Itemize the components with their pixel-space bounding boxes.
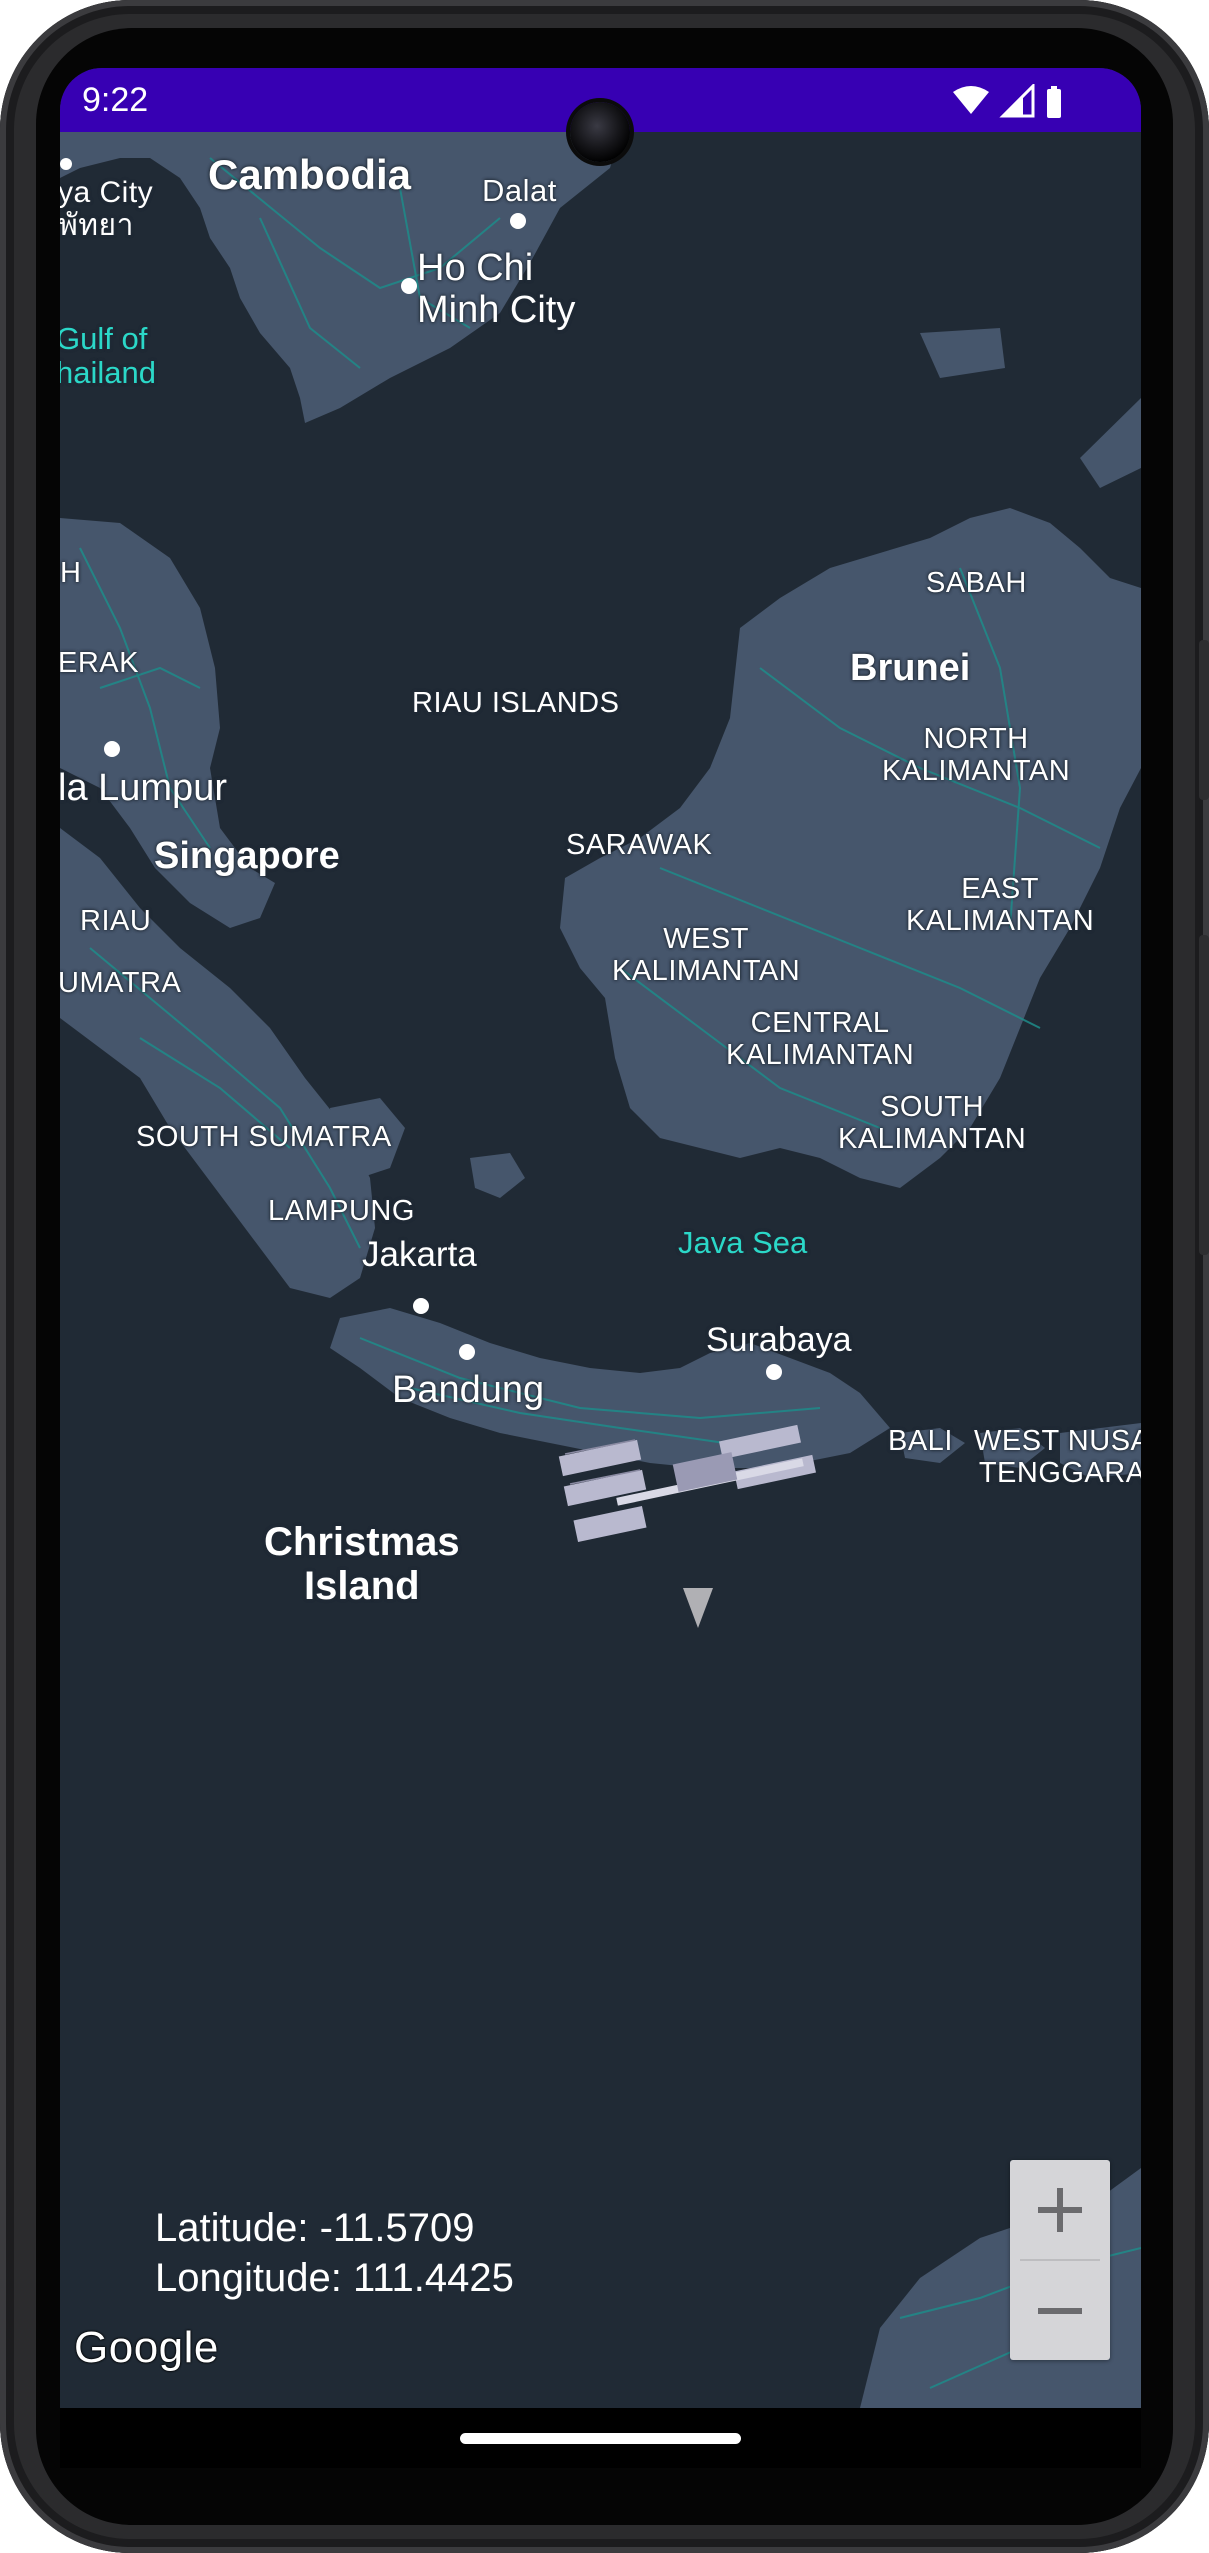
map-label-bali: BALI [888,1425,953,1457]
map-canvas [60,68,1141,2408]
google-logo[interactable]: Google [74,2323,219,2373]
status-time: 9:22 [82,81,149,119]
map-label-perak-partial: ERAK [60,647,139,679]
zoom-in-button[interactable] [1010,2160,1110,2259]
phone-frame: Cambodia Dalat Ho Chi Minh City ya City … [0,0,1209,2553]
map-label-west-nusa-tenggara: WEST NUSA TENGGARA [974,1425,1141,1489]
city-dot-jakarta [413,1298,429,1314]
front-camera [570,102,630,162]
zoom-out-button[interactable] [1010,2261,1110,2360]
map-label-sabah: SABAH [926,567,1027,599]
map-label-dalat: Dalat [482,173,557,208]
map-label-jakarta: Jakarta [362,1235,477,1274]
map-label-brunei: Brunei [850,647,971,689]
zoom-controls [1010,2160,1110,2360]
map-label-sumatra-partial: UMATRA [60,967,182,999]
map-label-riau: RIAU [80,905,152,937]
city-dot-pattaya [60,158,72,170]
longitude-text: Longitude: 111.4425 [155,2256,514,2300]
map-view[interactable]: Cambodia Dalat Ho Chi Minh City ya City … [60,68,1141,2408]
power-button [1199,640,1209,800]
map-label-java-sea: Java Sea [678,1225,808,1260]
map-label-kuala-lumpur: la Lumpur [60,767,227,809]
city-dot-ho-chi-minh [401,278,417,294]
map-label-south-sumatra: SOUTH SUMATRA [136,1121,392,1153]
city-dot-dalat [510,213,526,229]
map-label-sarawak: SARAWAK [566,829,713,861]
map-label-south-kalimantan: SOUTH KALIMANTAN [838,1091,1027,1155]
map-label-central-kalimantan: CENTRAL KALIMANTAN [726,1007,915,1071]
map-label-north-kalimantan: NORTH KALIMANTAN [882,723,1071,787]
map-label-lampung: LAMPUNG [268,1195,415,1227]
home-gesture-handle[interactable] [460,2433,741,2444]
map-label-gulf-of-thailand: Gulf of hailand [60,321,156,391]
plus-icon [1038,2187,1082,2232]
map-label-christmas-island: Christmas Island [264,1520,460,1608]
map-label-cambodia: Cambodia [208,151,412,198]
map-label-ho-chi-minh: Ho Chi Minh City [417,247,576,331]
map-label-pattaya: ya City พัทยา [60,176,154,242]
map-label-h-partial: H [60,557,82,589]
wifi-icon [953,86,989,114]
map-label-bandung: Bandung [392,1369,545,1411]
battery-icon [1047,86,1061,118]
city-dot-kuala-lumpur [104,741,120,757]
map-label-riau-islands: RIAU ISLANDS [412,687,620,719]
minus-icon [1038,2307,1082,2314]
city-dot-surabaya [766,1364,782,1380]
cell-signal-icon [999,82,1035,118]
map-label-surabaya: Surabaya [706,1321,852,1359]
map-label-west-kalimantan: WEST KALIMANTAN [612,923,801,987]
city-dot-bandung [459,1344,475,1360]
status-icons [951,82,1071,120]
screen: Cambodia Dalat Ho Chi Minh City ya City … [60,68,1141,2468]
coordinates-panel: Latitude: -11.5709 Longitude: 111.4425 [155,2203,514,2303]
latitude-text: Latitude: -11.5709 [155,2206,475,2250]
map-label-east-kalimantan: EAST KALIMANTAN [906,873,1095,937]
volume-button [1199,935,1209,1255]
map-label-singapore: Singapore [154,835,340,877]
